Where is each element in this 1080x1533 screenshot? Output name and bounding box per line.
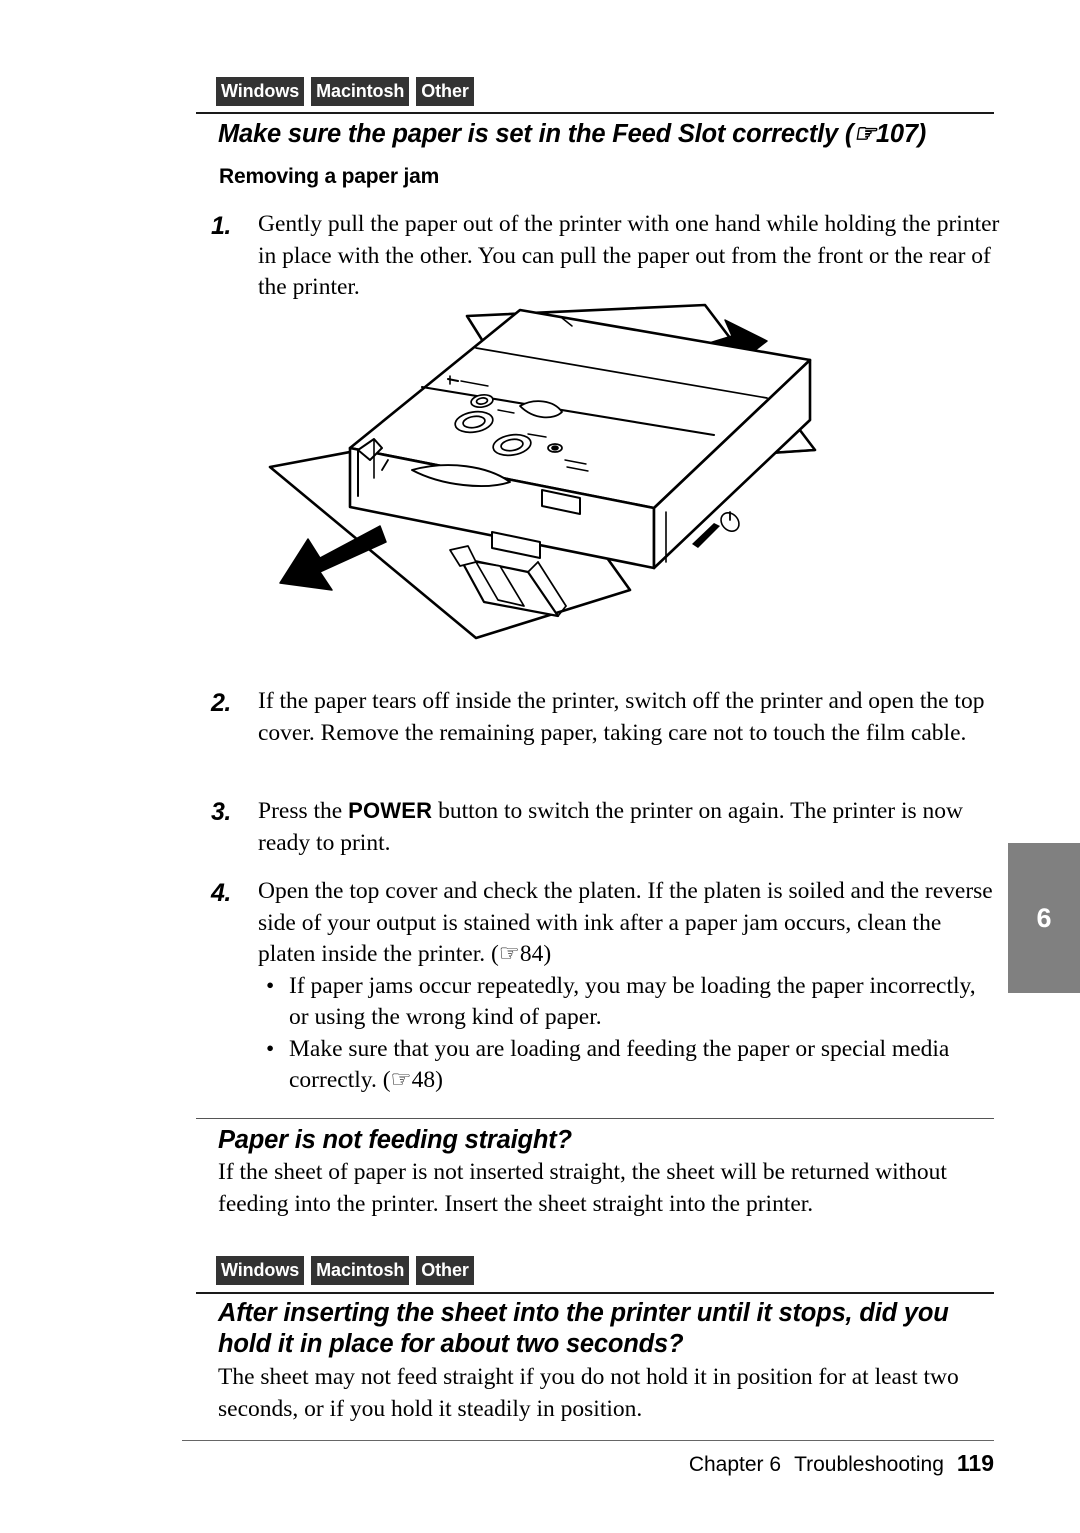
os-tag-other: Other <box>416 77 474 106</box>
os-tag-row-bottom: Windows Macintosh Other <box>216 1256 474 1285</box>
step-1-text: Gently pull the paper out of the printer… <box>258 211 1000 300</box>
os-tag-macintosh: Macintosh <box>311 1256 410 1285</box>
section3-body: The sheet may not feed straight if you d… <box>218 1364 959 1422</box>
step-1: 1. Gently pull the paper out of the prin… <box>211 209 1001 304</box>
step-3-text-before: Press the <box>258 798 349 824</box>
section1-subheading: Removing a paper jam <box>219 165 440 188</box>
step-3-text: Press the POWER button to switch the pri… <box>258 795 1001 859</box>
section2-body: If the sheet of paper is not inserted st… <box>218 1159 947 1217</box>
section2-heading: Paper is not feeding straight? <box>218 1126 572 1154</box>
step-4: 4. Open the top cover and check the plat… <box>211 876 1001 1097</box>
step-3: 3. Press the POWER button to switch the … <box>211 795 1001 859</box>
section-rule-top <box>196 112 994 114</box>
os-tag-row-top: Windows Macintosh Other <box>216 77 474 106</box>
step-2-text: If the paper tears off inside the printe… <box>258 688 985 746</box>
step-3-number: 3. <box>211 798 231 826</box>
chapter-thumb-tab: 6 <box>1008 843 1080 993</box>
step-2: 2. If the paper tears off inside the pri… <box>211 686 1001 749</box>
os-tag-windows: Windows <box>216 1256 305 1285</box>
section1-heading: Make sure the paper is set in the Feed S… <box>218 120 927 148</box>
os-tag-macintosh: Macintosh <box>311 77 410 106</box>
bullet-text: Make sure that you are loading and feedi… <box>289 1035 950 1094</box>
manual-page: Windows Macintosh Other Make sure the pa… <box>0 0 1080 1533</box>
footer-page-number: 119 <box>956 1450 994 1476</box>
step-4-bullet-list: • If paper jams occur repeatedly, you may… <box>258 971 1001 1097</box>
section3-heading: After inserting the sheet into the print… <box>218 1299 949 1358</box>
section2-rule <box>196 1118 994 1119</box>
step-4-number: 4. <box>211 879 231 907</box>
bullet-text: If paper jams occur repeatedly, you may … <box>289 972 976 1031</box>
footer-chapter: Chapter 6 <box>688 1453 782 1476</box>
power-button-label: POWER <box>348 798 433 823</box>
bullet-dot-icon: • <box>266 1035 275 1062</box>
os-tag-other: Other <box>416 1256 474 1285</box>
os-tag-windows: Windows <box>216 77 305 106</box>
step-4-text: Open the top cover and check the platen.… <box>258 878 993 967</box>
section3-rule <box>196 1292 994 1294</box>
step-1-number: 1. <box>211 212 231 240</box>
list-item: • Make sure that you are loading and feed… <box>258 1034 1001 1097</box>
step-2-number: 2. <box>211 689 231 717</box>
printer-paper-jam-illustration <box>262 300 822 640</box>
footer-rule <box>182 1440 994 1441</box>
bullet-dot-icon: • <box>266 972 275 999</box>
page-footer: Chapter 6 Troubleshooting 119 <box>689 1450 994 1477</box>
footer-title: Troubleshooting <box>794 1453 944 1476</box>
list-item: • If paper jams occur repeatedly, you may… <box>258 971 1001 1034</box>
